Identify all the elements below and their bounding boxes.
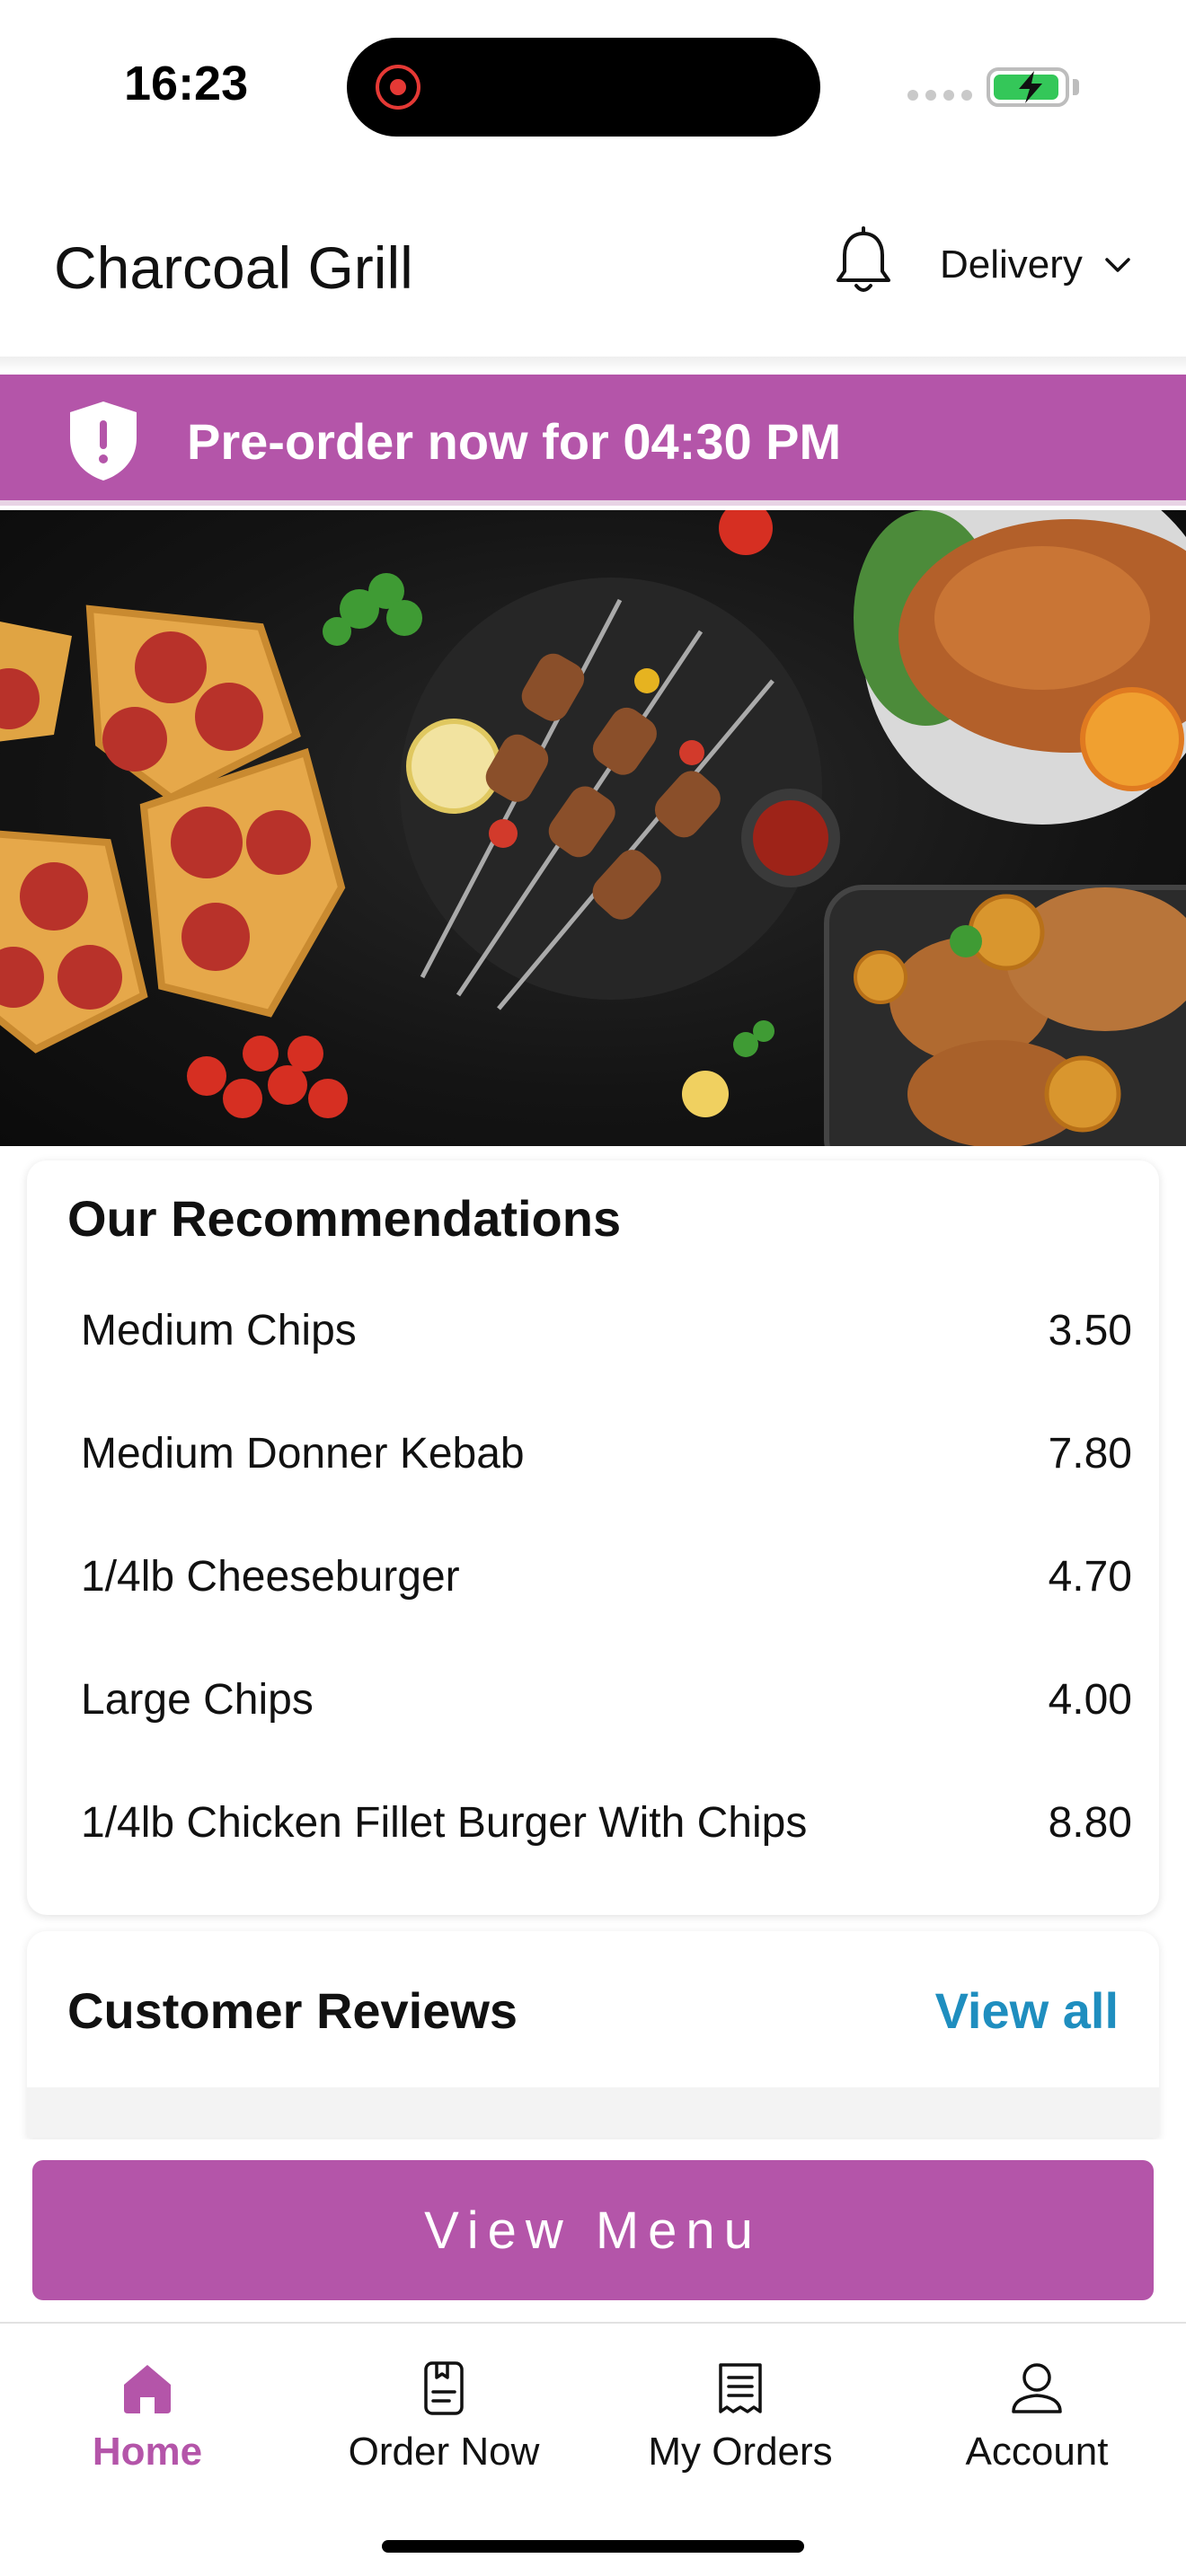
tab-my-orders[interactable]: My Orders [606, 2360, 875, 2503]
food-hero-image [0, 510, 1186, 1146]
chevron-down-icon [1105, 258, 1130, 272]
tab-order-now[interactable]: Order Now [309, 2360, 579, 2503]
item-name: Medium Chips [81, 1307, 357, 1354]
recommendations-card: Our Recommendations Medium Chips 3.50 Me… [27, 1160, 1159, 1915]
recommendations-title: Our Recommendations [67, 1190, 622, 1247]
item-price: 7.80 [1048, 1430, 1132, 1478]
preorder-text: Pre-order now for 04:30 PM [187, 413, 842, 470]
item-price: 8.80 [1048, 1799, 1132, 1847]
cellular-signal-icon [907, 90, 972, 101]
shield-alert-icon [70, 401, 137, 481]
restaurant-title: Charcoal Grill [54, 234, 413, 301]
bottom-tab-bar: Home Order Now My Orders Account [0, 2322, 1186, 2576]
roast-chicken-plate [854, 510, 1186, 825]
tab-label: Account [965, 2430, 1109, 2474]
status-bar: 16:23 [0, 0, 1186, 171]
item-name: 1/4lb Chicken Fillet Burger With Chips [81, 1799, 808, 1847]
home-indicator[interactable] [382, 2540, 804, 2553]
grilled-chicken-pan [824, 885, 1186, 1146]
recommendation-item[interactable]: 1/4lb Cheeseburger 4.70 [81, 1541, 1132, 1613]
order-icon [424, 2361, 464, 2415]
tab-label: Home [92, 2430, 203, 2474]
item-price: 3.50 [1048, 1307, 1132, 1354]
screen-recording-icon [376, 65, 420, 110]
reviews-list[interactable] [27, 2087, 1159, 2138]
recommendation-item[interactable]: Medium Donner Kebab 7.80 [81, 1418, 1132, 1490]
receipt-icon [719, 2363, 762, 2413]
item-price: 4.70 [1048, 1553, 1132, 1601]
view-all-reviews-link[interactable]: View all [935, 1981, 1119, 2040]
order-type-label: Delivery [940, 243, 1083, 287]
tab-label: My Orders [648, 2430, 833, 2474]
item-price: 4.00 [1048, 1676, 1132, 1724]
app-header: Charcoal Grill Delivery [0, 207, 1186, 359]
reviews-title: Customer Reviews [67, 1982, 518, 2039]
recommendation-item[interactable]: Medium Chips 3.50 [81, 1295, 1132, 1367]
bell-icon[interactable] [831, 226, 896, 298]
dynamic-island [347, 38, 820, 137]
customer-reviews-card: Customer Reviews View all [27, 1931, 1159, 2138]
status-time: 16:23 [124, 57, 249, 110]
order-type-selector[interactable]: Delivery [940, 243, 1133, 287]
recommendation-item[interactable]: 1/4lb Chicken Fillet Burger With Chips 8… [81, 1787, 1132, 1859]
header-divider [0, 357, 1186, 373]
item-name: Medium Donner Kebab [81, 1430, 525, 1478]
preorder-banner[interactable]: Pre-order now for 04:30 PM [0, 375, 1186, 506]
item-name: Large Chips [81, 1676, 314, 1724]
battery-icon [987, 67, 1069, 107]
tab-account[interactable]: Account [902, 2360, 1172, 2503]
pizza-illustration [0, 604, 346, 1054]
tab-home[interactable]: Home [13, 2360, 282, 2503]
home-icon [124, 2365, 171, 2413]
tab-label: Order Now [348, 2430, 540, 2474]
recommendation-item[interactable]: Large Chips 4.00 [81, 1664, 1132, 1736]
user-icon [1012, 2363, 1062, 2413]
item-name: 1/4lb Cheeseburger [81, 1553, 460, 1601]
view-menu-button[interactable]: View Menu [32, 2160, 1154, 2300]
